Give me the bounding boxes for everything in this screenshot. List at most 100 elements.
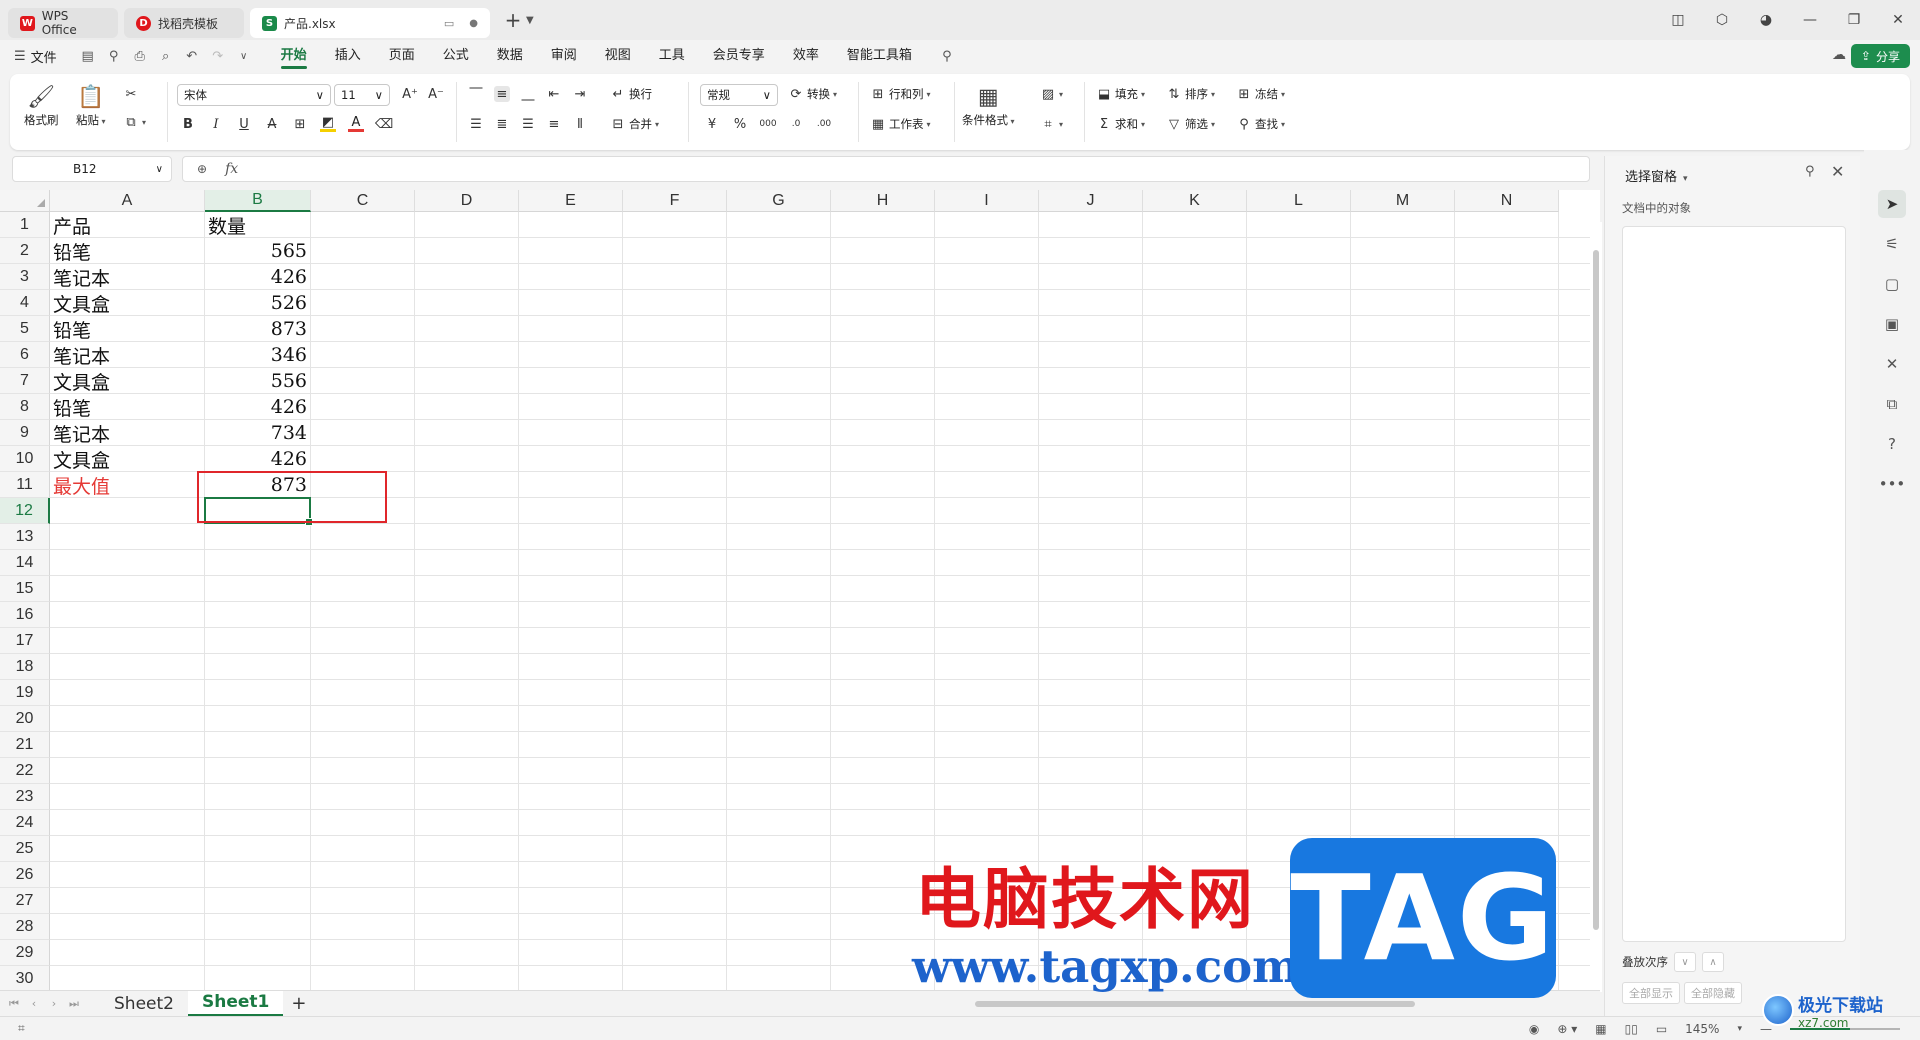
align-top-icon[interactable]: ⎺ (468, 86, 484, 102)
row-header-21[interactable]: 21 (0, 732, 50, 758)
underline-icon[interactable]: U (236, 116, 252, 132)
column-header-a[interactable]: A (50, 190, 205, 212)
cell-b6[interactable]: 346 (205, 342, 311, 368)
cell-a10[interactable]: 文具盒 (50, 446, 205, 472)
row-header-2[interactable]: 2 (0, 238, 50, 264)
comment-icon[interactable]: ▢ (1878, 270, 1906, 298)
justify-icon[interactable]: ≡ (546, 116, 562, 132)
column-header-k[interactable]: K (1143, 190, 1247, 212)
column-header-f[interactable]: F (623, 190, 727, 212)
row-header-28[interactable]: 28 (0, 914, 50, 940)
row-header-22[interactable]: 22 (0, 758, 50, 784)
row-header-10[interactable]: 10 (0, 446, 50, 472)
tab-document[interactable]: S 产品.xlsx ▭ ● (250, 8, 490, 38)
format-painter-button[interactable]: 🖌 格式刷 (24, 84, 59, 128)
row-header-26[interactable]: 26 (0, 862, 50, 888)
name-box[interactable]: B12 ∨ (12, 156, 172, 182)
tab-template-store[interactable]: D 找稻壳模板 (124, 8, 244, 38)
avatar[interactable]: ◕ (1744, 0, 1788, 40)
help-icon[interactable]: ? (1878, 430, 1906, 458)
print-preview-icon[interactable]: ⌕ (153, 49, 179, 64)
number-format-select[interactable]: 常规 ∨ (700, 84, 778, 106)
zoom-formula-icon[interactable]: ⊕ (197, 162, 207, 176)
eye-icon[interactable]: ◉ (1529, 1022, 1539, 1036)
row-header-24[interactable]: 24 (0, 810, 50, 836)
menu-view[interactable]: 视图 (591, 40, 645, 72)
share-button[interactable]: ⇪ 分享 (1850, 44, 1910, 68)
book-icon[interactable]: ⧉ (1878, 390, 1906, 418)
row-header-27[interactable]: 27 (0, 888, 50, 914)
menu-tools[interactable]: 工具 (645, 40, 699, 72)
redo-icon[interactable]: ↷ (205, 49, 231, 64)
font-name-select[interactable]: 宋体 ∨ (177, 84, 331, 106)
cell-a11[interactable]: 最大值 (50, 472, 205, 498)
cell-a2[interactable]: 铅笔 (50, 238, 205, 264)
italic-icon[interactable]: I (208, 116, 224, 132)
pane-title[interactable]: 选择窗格 ▾ (1625, 166, 1688, 185)
row-header-16[interactable]: 16 (0, 602, 50, 628)
sum-button[interactable]: Σ 求和 ▾ (1096, 116, 1145, 132)
wrap-text-button[interactable]: ↵ 换行 (610, 86, 652, 102)
print-icon[interactable]: ⎙ (127, 49, 153, 64)
cell-b5[interactable]: 873 (205, 316, 311, 342)
font-color-icon[interactable]: A (348, 115, 364, 132)
row-header-20[interactable]: 20 (0, 706, 50, 732)
column-header-j[interactable]: J (1039, 190, 1143, 212)
cell-b4[interactable]: 526 (205, 290, 311, 316)
row-header-3[interactable]: 3 (0, 264, 50, 290)
shape-button[interactable]: ⌗ ▾ (1040, 116, 1063, 132)
tools-icon[interactable]: ✕ (1878, 350, 1906, 378)
merge-button[interactable]: ⊟ 合并 ▾ (610, 116, 659, 132)
cell-a9[interactable]: 笔记本 (50, 420, 205, 446)
row-header-19[interactable]: 19 (0, 680, 50, 706)
page-break-view-icon[interactable]: ▯▯ (1625, 1022, 1638, 1036)
last-sheet-icon[interactable]: ⏭ (64, 997, 84, 1011)
cell-style-button[interactable]: ▨ ▾ (1040, 86, 1063, 102)
increase-decimal-icon[interactable]: .0 (788, 116, 804, 132)
sheet-tab-sheet1[interactable]: Sheet1 (187, 990, 284, 1017)
fill-button[interactable]: ⬓ 填充 ▾ (1096, 86, 1145, 102)
currency-icon[interactable]: ¥ (704, 116, 720, 132)
cell-a8[interactable]: 铅笔 (50, 394, 205, 420)
tab-wps-office[interactable]: W WPS Office (8, 8, 118, 38)
cube-icon[interactable]: ⬡ (1700, 0, 1744, 40)
hide-all-button[interactable]: 全部隐藏 (1684, 982, 1742, 1004)
more-chevron-icon[interactable]: ∨ (231, 51, 257, 62)
prev-sheet-icon[interactable]: ‹ (24, 997, 44, 1010)
align-right-icon[interactable]: ☰ (520, 116, 536, 132)
row-header-14[interactable]: 14 (0, 550, 50, 576)
decrease-decimal-icon[interactable]: .00 (816, 116, 832, 132)
menu-member[interactable]: 会员专享 (699, 40, 779, 72)
column-header-e[interactable]: E (519, 190, 623, 212)
menu-efficiency[interactable]: 效率 (779, 40, 833, 72)
cut-button[interactable]: ✂ (123, 86, 139, 102)
row-header-23[interactable]: 23 (0, 784, 50, 810)
row-header-17[interactable]: 17 (0, 628, 50, 654)
increase-font-button[interactable]: A⁺ (402, 86, 418, 102)
scroll-thumb[interactable] (1593, 250, 1599, 930)
column-header-b[interactable]: B (205, 190, 311, 212)
row-header-6[interactable]: 6 (0, 342, 50, 368)
formula-input[interactable]: ⊕ fx (182, 156, 1590, 182)
thousands-icon[interactable]: 000 (759, 116, 776, 132)
cell-a7[interactable]: 文具盒 (50, 368, 205, 394)
cell-a4[interactable]: 文具盒 (50, 290, 205, 316)
row-header-12[interactable]: 12 (0, 498, 50, 524)
find-button[interactable]: ⚲ 查找 ▾ (1236, 116, 1285, 132)
close-button[interactable]: ✕ (1876, 0, 1920, 40)
font-size-select[interactable]: 11 ∨ (334, 84, 390, 106)
macro-icon[interactable]: ⌗ (18, 1021, 25, 1036)
cell-b8[interactable]: 426 (205, 394, 311, 420)
cell-a3[interactable]: 笔记本 (50, 264, 205, 290)
menu-page[interactable]: 页面 (375, 40, 429, 72)
close-icon[interactable]: ✕ (1831, 162, 1844, 181)
column-header-d[interactable]: D (415, 190, 519, 212)
menu-formula[interactable]: 公式 (429, 40, 483, 72)
column-header-i[interactable]: I (935, 190, 1039, 212)
percent-icon[interactable]: % (732, 116, 748, 132)
save-icon[interactable]: ▤ (75, 49, 101, 64)
select-all-corner[interactable] (0, 190, 50, 212)
minimize-button[interactable]: — (1788, 0, 1832, 40)
vertical-scrollbar[interactable] (1590, 222, 1602, 992)
link-icon[interactable]: ⚲ (101, 49, 127, 64)
